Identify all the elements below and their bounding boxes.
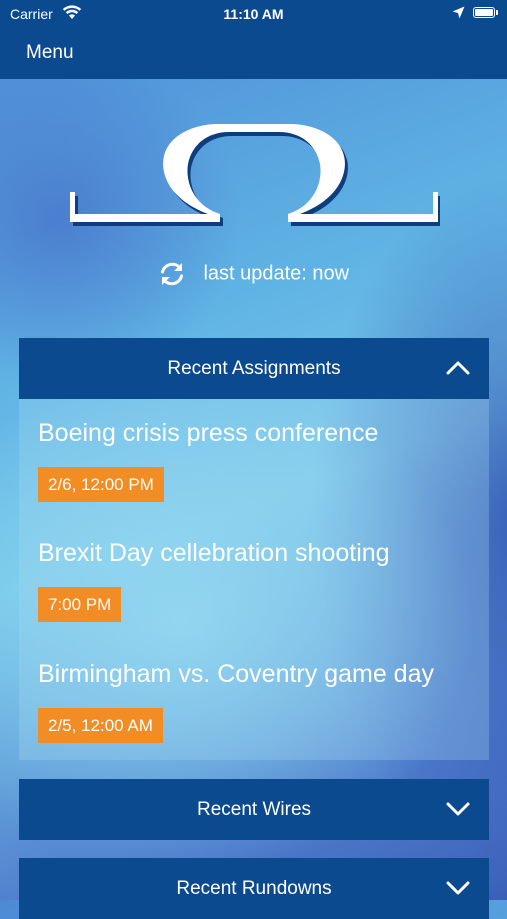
refresh-icon[interactable]	[158, 260, 186, 288]
assignment-title[interactable]: Birmingham vs. Coventry game day	[38, 660, 434, 689]
location-arrow-icon	[452, 6, 465, 19]
assignment-time-badge: 2/6, 12:00 PM	[38, 467, 164, 502]
chevron-up-icon	[446, 361, 470, 375]
omega-logo	[70, 124, 440, 226]
recent-assignments-header[interactable]: Recent Assignments	[19, 338, 489, 399]
recent-rundowns-header[interactable]: Recent Rundowns	[19, 858, 489, 919]
recent-assignments-list	[19, 399, 489, 760]
section-title: Recent Wires	[196, 799, 312, 820]
clock: 11:10 AM	[223, 6, 284, 22]
chevron-down-icon	[446, 802, 470, 816]
assignment-title[interactable]: Brexit Day cellebration shooting	[38, 539, 390, 568]
menu-button[interactable]: Menu	[26, 42, 74, 64]
assignment-time-badge: 2/5, 12:00 AM	[38, 708, 163, 743]
assignment-time-badge: 7:00 PM	[38, 587, 122, 622]
section-title: Recent Rundowns	[176, 878, 332, 899]
navigation-bar: Menu	[0, 28, 507, 79]
last-update-label: last update: now	[203, 262, 350, 285]
status-bar: Carrier 11:10 AM	[0, 0, 507, 28]
recent-wires-header[interactable]: Recent Wires	[19, 779, 489, 840]
battery-tip	[496, 10, 498, 15]
chevron-down-icon	[446, 881, 470, 895]
last-update-row: last update: now	[0, 260, 507, 292]
section-title: Recent Assignments	[167, 358, 341, 379]
battery-icon	[473, 7, 495, 18]
assignment-title[interactable]: Boeing crisis press conference	[38, 419, 378, 448]
